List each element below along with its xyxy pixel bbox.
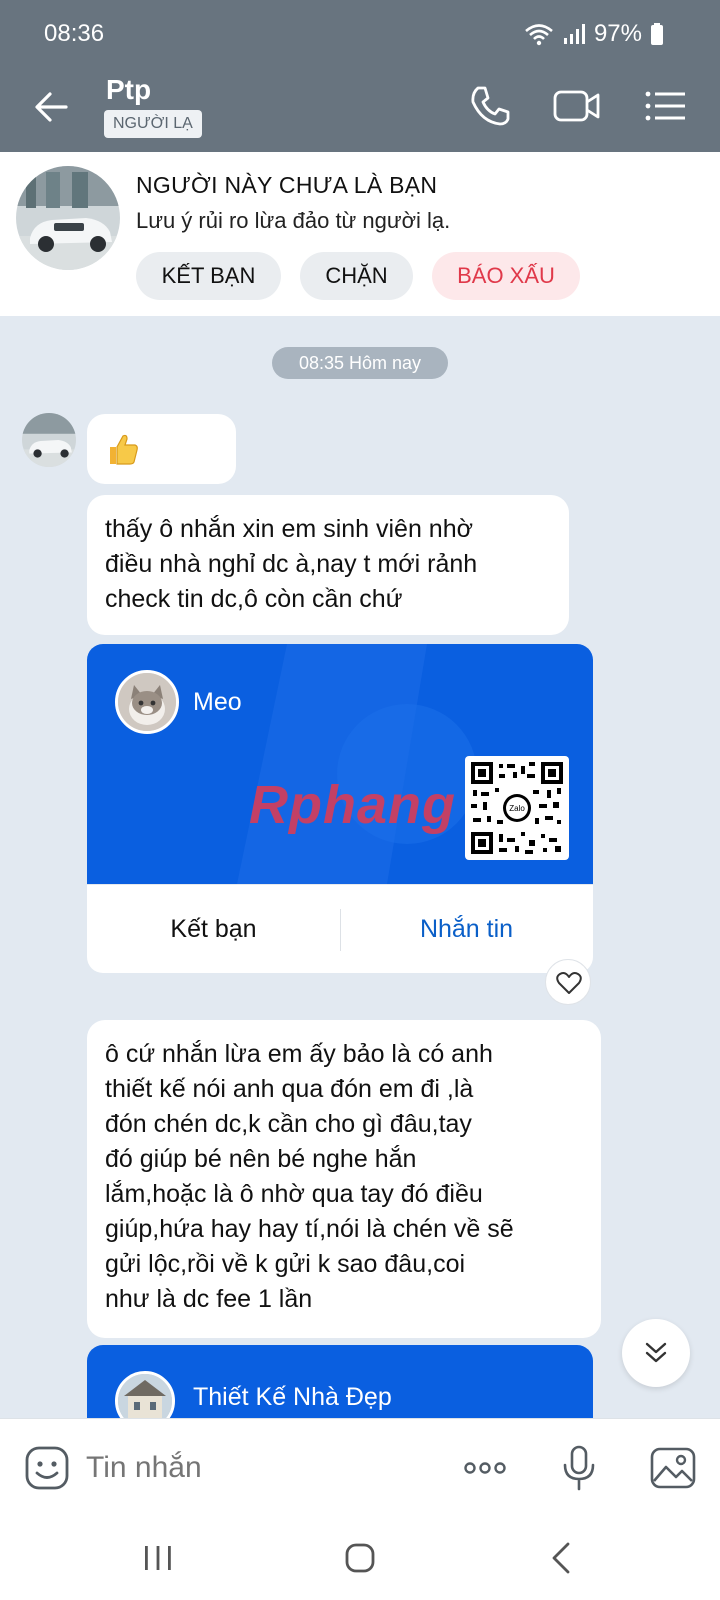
card-actions: Kết bạn Nhắn tin xyxy=(87,884,593,973)
contact-card[interactable]: Thiết Kế Nhà Đẹp xyxy=(87,1345,593,1425)
stranger-note: Lưu ý rủi ro lừa đảo từ người lạ. xyxy=(136,208,451,233)
phone-icon[interactable] xyxy=(466,82,514,130)
stranger-title: NGƯỜI NÀY CHƯA LÀ BẠN xyxy=(136,172,438,198)
status-indicators: 97% xyxy=(524,20,664,48)
battery-level: 97% xyxy=(593,20,642,47)
qr-pattern: Zalo xyxy=(469,760,565,856)
add-friend-button[interactable]: KẾT BẠN xyxy=(136,252,281,300)
signal-icon xyxy=(563,24,585,44)
contact-name[interactable]: Ptp xyxy=(106,74,151,106)
message-bubble[interactable]: thấy ô nhắn xin em sinh viên nhờ điều nh… xyxy=(87,495,569,635)
stranger-warning-panel: NGƯỜI NÀY CHƯA LÀ BẠN Lưu ý rủi ro lừa đ… xyxy=(0,152,720,316)
cat-photo xyxy=(118,673,176,731)
menu-list-icon[interactable] xyxy=(642,82,690,130)
contact-card[interactable]: Meo Rphang Zalo Kết bạn Nhắn tin xyxy=(87,644,593,973)
video-call-icon[interactable] xyxy=(552,82,602,130)
system-nav-bar xyxy=(0,1516,720,1600)
more-options-icon[interactable] xyxy=(460,1443,510,1493)
watermark: Rphang xyxy=(249,775,456,835)
car-photo xyxy=(22,413,76,467)
react-heart-button[interactable] xyxy=(545,959,591,1005)
wifi-icon xyxy=(525,24,553,46)
card-contact-name: Thiết Kế Nhà Đẹp xyxy=(193,1383,392,1411)
thumbs-up-icon xyxy=(110,434,138,465)
card-avatar xyxy=(115,1371,175,1425)
card-avatar xyxy=(115,670,179,734)
report-button[interactable]: BÁO XẤU xyxy=(432,252,580,300)
card-contact-name: Meo xyxy=(193,688,242,716)
sender-avatar[interactable] xyxy=(22,413,76,467)
home-icon[interactable] xyxy=(340,1538,380,1578)
scroll-to-bottom-button[interactable] xyxy=(622,1319,690,1387)
card-message-button[interactable]: Nhắn tin xyxy=(340,885,593,973)
message-input[interactable] xyxy=(86,1447,426,1489)
car-photo xyxy=(16,166,120,270)
sticker-icon[interactable] xyxy=(22,1443,72,1493)
status-time: 08:36 xyxy=(44,20,105,47)
thumbs-up-message[interactable] xyxy=(87,414,236,484)
svg-text:Zalo: Zalo xyxy=(509,804,525,813)
message-text: ô cứ nhắn lừa em ấy bảo là có anh thiết … xyxy=(105,1040,514,1313)
chat-header: Ptp NGƯỜI LẠ xyxy=(0,62,720,152)
double-chevron-down-icon xyxy=(645,1342,667,1363)
qr-code: Zalo xyxy=(465,756,569,860)
avatar[interactable] xyxy=(16,166,120,270)
card-add-friend-button[interactable]: Kết bạn xyxy=(87,885,340,973)
back-arrow-icon[interactable] xyxy=(30,84,76,130)
stranger-badge: NGƯỜI LẠ xyxy=(104,110,202,138)
message-composer xyxy=(0,1418,720,1516)
status-bar: 08:36 97% xyxy=(0,0,720,62)
image-gallery-icon[interactable] xyxy=(648,1443,698,1493)
recent-apps-icon[interactable] xyxy=(138,1538,178,1578)
battery-icon xyxy=(651,23,663,45)
message-bubble[interactable]: ô cứ nhắn lừa em ấy bảo là có anh thiết … xyxy=(87,1020,601,1338)
block-button[interactable]: CHẶN xyxy=(300,252,413,300)
back-icon[interactable] xyxy=(542,1538,582,1578)
card-banner: Meo Rphang Zalo xyxy=(87,644,593,884)
message-text: thấy ô nhắn xin em sinh viên nhờ điều nh… xyxy=(105,515,478,613)
time-divider: 08:35 Hôm nay xyxy=(272,347,448,379)
heart-icon xyxy=(556,972,582,994)
microphone-icon[interactable] xyxy=(554,1443,604,1493)
